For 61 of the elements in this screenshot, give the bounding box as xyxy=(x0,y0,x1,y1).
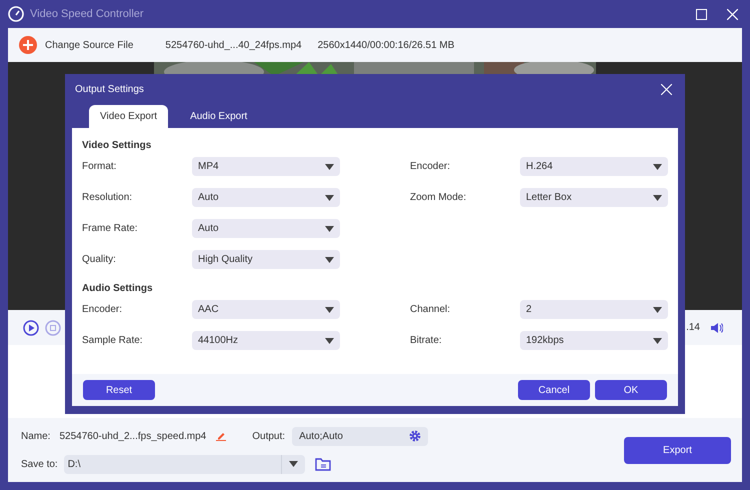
ok-button[interactable]: OK xyxy=(595,380,667,400)
dropdown-caret-icon xyxy=(325,256,334,262)
dropdown-caret-icon xyxy=(288,461,298,467)
dropdown-caret-icon xyxy=(653,164,662,170)
dropdown[interactable]: 44100Hz xyxy=(192,331,340,350)
dropdown[interactable]: Auto xyxy=(192,188,340,207)
close-icon[interactable] xyxy=(727,8,738,20)
cancel-button[interactable]: Cancel xyxy=(518,380,590,400)
add-file-button[interactable]: Change Source File xyxy=(19,36,134,54)
field-label: Frame Rate: xyxy=(82,222,139,236)
plus-icon xyxy=(19,36,37,54)
dropdown-caret-icon xyxy=(325,338,334,344)
name-value: 5254760-uhd_2...fps_speed.mp4 xyxy=(59,430,206,444)
save-label: Save to: xyxy=(21,458,58,472)
dropdown[interactable]: H.264 xyxy=(520,157,668,176)
dropdown[interactable]: Auto xyxy=(192,219,340,238)
speedometer-icon xyxy=(8,6,24,22)
field-label: Sample Rate: xyxy=(82,334,144,348)
section-heading: Video Settings xyxy=(82,139,152,153)
field-label: Quality: xyxy=(82,253,117,267)
section-heading: Audio Settings xyxy=(82,282,154,296)
dropdown-caret-icon xyxy=(325,226,334,232)
export-button[interactable]: Export xyxy=(624,436,731,464)
dropdown-caret-icon xyxy=(653,306,662,312)
field-label: Zoom Mode: xyxy=(410,191,468,205)
field-label: Format: xyxy=(82,160,118,174)
dropdown[interactable]: High Quality xyxy=(192,250,340,269)
dropdown[interactable]: Letter Box xyxy=(520,188,668,207)
dialog-title: Output Settings xyxy=(75,83,144,97)
pencil-icon[interactable] xyxy=(216,431,226,441)
dropdown[interactable]: MP4 xyxy=(192,157,340,176)
close-icon[interactable] xyxy=(661,84,672,95)
time-label: .14 xyxy=(686,321,700,335)
tab[interactable]: Video Export xyxy=(89,105,168,128)
name-label: Name: xyxy=(21,430,50,444)
dropdown[interactable]: 192kbps xyxy=(520,331,668,350)
dropdown-caret-icon xyxy=(325,164,334,170)
dropdown-caret-icon xyxy=(653,194,662,200)
dropdown-caret-icon xyxy=(325,194,334,200)
dropdown-caret-icon xyxy=(325,306,334,312)
folder-icon[interactable] xyxy=(314,458,331,470)
output-label: Output: xyxy=(252,430,286,444)
dropdown[interactable]: 2 xyxy=(520,300,668,319)
reset-button[interactable]: Reset xyxy=(83,380,155,400)
field-label: Resolution: xyxy=(82,191,134,205)
save-path-field[interactable]: D:\ xyxy=(64,454,305,474)
play-icon[interactable] xyxy=(23,320,39,336)
volume-icon[interactable] xyxy=(710,322,723,334)
output-field[interactable]: Auto;Auto xyxy=(292,426,428,446)
field-label: Encoder: xyxy=(410,160,452,174)
dropdown[interactable]: AAC xyxy=(192,300,340,319)
window-title: Video Speed Controller xyxy=(30,6,144,22)
file-name: 5254760-uhd_...40_24fps.mp4 xyxy=(165,38,302,52)
field-label: Channel: xyxy=(410,303,452,317)
settings-icon[interactable] xyxy=(409,430,422,442)
field-label: Bitrate: xyxy=(410,334,443,348)
file-info: 2560x1440/00:00:16/26.51 MB xyxy=(318,38,454,52)
tab[interactable]: Audio Export xyxy=(172,105,266,128)
dropdown-caret-icon xyxy=(653,338,662,344)
maximize-icon[interactable] xyxy=(696,8,707,20)
field-label: Encoder: xyxy=(82,303,124,317)
